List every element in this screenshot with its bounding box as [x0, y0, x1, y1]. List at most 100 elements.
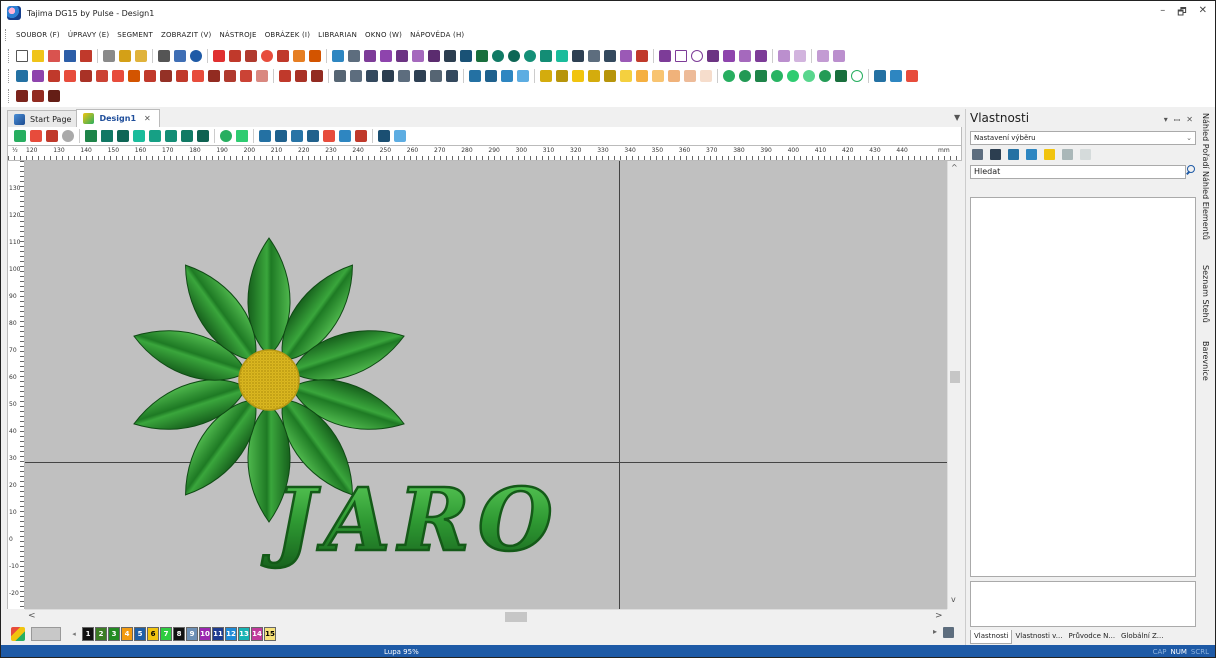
zoom-in-icon[interactable]: [334, 70, 346, 82]
horizontal-scroll-thumb[interactable]: [505, 612, 527, 622]
print-preview-icon[interactable]: [174, 50, 186, 62]
side-tab-nahled-poradi[interactable]: Náhled Pořadí: [1201, 113, 1210, 169]
menu-librarian[interactable]: LIBRARIAN: [314, 31, 361, 39]
tab-vlastnosti-v[interactable]: Vlastnosti v...: [1012, 630, 1065, 644]
travel-stop-icon[interactable]: [291, 130, 303, 142]
green-tool7-icon[interactable]: [819, 70, 831, 82]
break-icon[interactable]: [208, 70, 220, 82]
tab-close-icon[interactable]: ✕: [144, 114, 151, 123]
color-swatch-11[interactable]: 11: [212, 627, 224, 641]
restore-button[interactable]: 🗗: [1177, 5, 1186, 22]
green-tool8-icon[interactable]: [835, 70, 847, 82]
travel-segment-icon[interactable]: [339, 130, 351, 142]
circle-text-icon[interactable]: [261, 50, 273, 62]
applique-icon[interactable]: [245, 50, 257, 62]
offset-icon[interactable]: [684, 70, 696, 82]
tool-faded2-icon[interactable]: [833, 50, 845, 62]
travel-end-icon[interactable]: [355, 130, 367, 142]
ungroup-icon[interactable]: [556, 70, 568, 82]
bean-stitch-icon[interactable]: [572, 50, 584, 62]
arrange-icon[interactable]: [588, 70, 600, 82]
travel-back-icon[interactable]: [275, 130, 287, 142]
scroll-down-icon[interactable]: v: [951, 595, 956, 604]
menu-okno[interactable]: OKNO (W): [361, 31, 406, 39]
sequin-icon[interactable]: [508, 50, 520, 62]
flower-center[interactable]: [238, 349, 300, 411]
color-swatch-9[interactable]: 9: [186, 627, 198, 641]
stitch-list-icon[interactable]: [485, 70, 497, 82]
color-swatch-14[interactable]: 14: [251, 627, 263, 641]
ellipse-icon[interactable]: [691, 50, 703, 62]
group-icon[interactable]: [540, 70, 552, 82]
green-tool5-icon[interactable]: [787, 70, 799, 82]
skew-icon[interactable]: [192, 70, 204, 82]
undo-icon[interactable]: [874, 70, 886, 82]
stitch-simulator-icon[interactable]: [16, 90, 28, 102]
select-arrow-icon[interactable]: [16, 70, 28, 82]
stitch-grid-icon[interactable]: [378, 130, 390, 142]
circle-tool-icon[interactable]: [524, 50, 536, 62]
scroll-right-icon[interactable]: >: [935, 611, 943, 621]
stitch-type-icon[interactable]: [332, 50, 344, 62]
select-type-icon[interactable]: [48, 70, 60, 82]
color-swatch-15[interactable]: 15: [264, 627, 276, 641]
properties-view-icon[interactable]: [1008, 148, 1019, 160]
copy-icon[interactable]: [119, 50, 131, 62]
color-swatch-1[interactable]: 1: [82, 627, 94, 641]
cut-icon[interactable]: [103, 50, 115, 62]
paste-icon[interactable]: [135, 50, 147, 62]
stipple-icon[interactable]: [604, 50, 616, 62]
thread-icon[interactable]: [501, 70, 513, 82]
thread-chart-icon[interactable]: [394, 130, 406, 142]
tool-x-icon[interactable]: [444, 50, 456, 62]
multi-run-icon[interactable]: [588, 50, 600, 62]
palette-next-icon[interactable]: ▸: [933, 627, 937, 638]
sort-alpha-icon[interactable]: [990, 148, 1001, 160]
move-icon[interactable]: [668, 70, 680, 82]
search-icon[interactable]: [1185, 164, 1197, 176]
monogram-icon[interactable]: [229, 50, 241, 62]
undo-branch-icon[interactable]: [636, 70, 648, 82]
palette-icon[interactable]: [11, 627, 25, 641]
menu-nastroje[interactable]: NÁSTROJE: [215, 31, 260, 39]
rotate-icon[interactable]: [144, 70, 156, 82]
print-icon[interactable]: [158, 50, 170, 62]
filter-icon[interactable]: [96, 70, 108, 82]
current-color-box[interactable]: [31, 627, 61, 641]
view-grid-icon[interactable]: [398, 70, 410, 82]
menu-napoveda[interactable]: NÁPOVĚDA (H): [406, 31, 468, 39]
measure-icon[interactable]: [295, 70, 307, 82]
new-file-icon[interactable]: [16, 50, 28, 62]
hoop-icon[interactable]: [149, 130, 161, 142]
pen-icon[interactable]: [723, 50, 735, 62]
view-mode-icon[interactable]: [85, 130, 97, 142]
color-swatch-13[interactable]: 13: [238, 627, 250, 641]
tab-globalni[interactable]: Globální Z...: [1118, 630, 1166, 644]
close-button[interactable]: ✕: [1199, 5, 1207, 22]
side-tab-barevnice[interactable]: Barevnice: [1201, 341, 1210, 381]
stitch-report-icon[interactable]: [48, 90, 60, 102]
embroidery-text[interactable]: JARO: [260, 469, 561, 573]
merge-icon[interactable]: [652, 70, 664, 82]
view-properties-icon[interactable]: [446, 70, 458, 82]
tool-faded-icon[interactable]: [817, 50, 829, 62]
delete-icon[interactable]: [906, 70, 918, 82]
green-tool1-icon[interactable]: [723, 70, 735, 82]
curve-icon[interactable]: [364, 50, 376, 62]
scale-icon[interactable]: [176, 70, 188, 82]
3d-view-icon[interactable]: [236, 130, 248, 142]
motif-icon[interactable]: [620, 50, 632, 62]
lock-icon[interactable]: [604, 70, 616, 82]
tool-lilac-icon[interactable]: [794, 50, 806, 62]
show-objects-icon[interactable]: [46, 130, 58, 142]
help-icon[interactable]: [190, 50, 202, 62]
color-swatch-4[interactable]: 4: [121, 627, 133, 641]
wave-icon[interactable]: [380, 50, 392, 62]
menu-zobrazit[interactable]: ZOBRAZIT (V): [157, 31, 216, 39]
grid-tool-icon[interactable]: [460, 50, 472, 62]
tool-pink-icon[interactable]: [778, 50, 790, 62]
open-recent-icon[interactable]: [48, 50, 60, 62]
letter-a-icon[interactable]: [213, 50, 225, 62]
color-swatch-2[interactable]: 2: [95, 627, 107, 641]
stitch-player-icon[interactable]: [469, 70, 481, 82]
